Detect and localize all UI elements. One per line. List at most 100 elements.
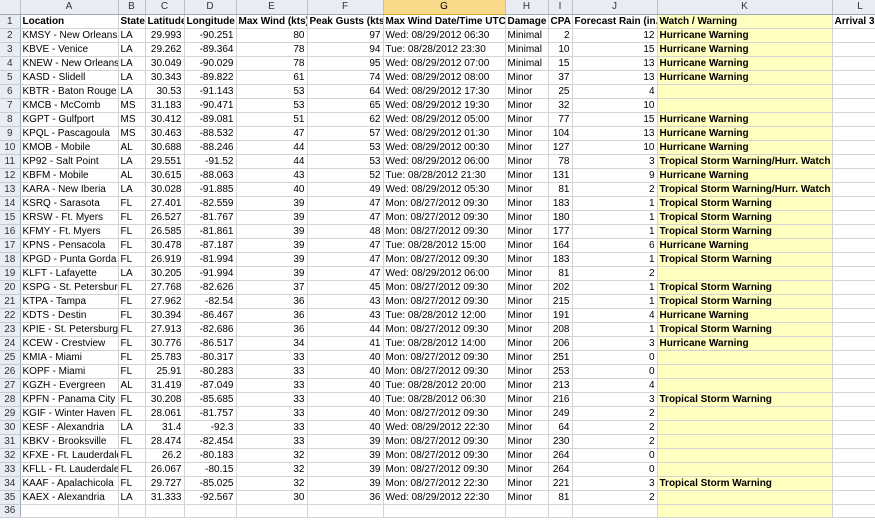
cell-state[interactable] [118, 504, 146, 518]
cell-max-wind-datetime[interactable]: Mon: 08/27/2012 09:30 [383, 224, 506, 239]
cell-damage[interactable]: Minor [505, 140, 549, 155]
cell-max-wind-datetime[interactable]: Mon: 08/27/2012 09:30 [383, 448, 506, 463]
cell-state[interactable]: LA [118, 266, 146, 281]
cell-state[interactable]: FL [118, 364, 146, 379]
cell-forecast-rain[interactable]: 2 [572, 182, 658, 197]
cell-arrival[interactable] [832, 42, 875, 57]
cell-max-wind-datetime[interactable]: Wed: 08/29/2012 05:00 [383, 112, 506, 127]
cell-watch-warning[interactable] [657, 420, 833, 435]
cell-peak-gusts[interactable]: 53 [307, 154, 384, 169]
cell-cpa[interactable]: 253 [548, 364, 573, 379]
cell-damage[interactable]: Minor [505, 168, 549, 183]
cell-max-wind-datetime[interactable]: Mon: 08/27/2012 09:30 [383, 462, 506, 477]
cell-latitude[interactable]: 31.183 [145, 98, 185, 113]
header-cell-state[interactable]: State [118, 14, 146, 29]
cell-location[interactable]: KMCB - McComb [20, 98, 119, 113]
cell-peak-gusts[interactable]: 40 [307, 406, 384, 421]
row-header[interactable]: 32 [0, 448, 21, 463]
cell-arrival[interactable] [832, 322, 875, 337]
header-cell-max-wind[interactable]: Max Wind (kts) [236, 14, 308, 29]
cell-max-wind-datetime[interactable]: Mon: 08/27/2012 09:30 [383, 406, 506, 421]
cell-state[interactable]: FL [118, 434, 146, 449]
cell-max-wind-datetime[interactable]: Tue: 08/28/2012 21:30 [383, 168, 506, 183]
cell-max-wind[interactable]: 78 [236, 42, 308, 57]
cell-longitude[interactable]: -90.251 [184, 28, 237, 43]
cell-state[interactable]: FL [118, 210, 146, 225]
cell-location[interactable]: KCEW - Crestview [20, 336, 119, 351]
cell-latitude[interactable]: 27.401 [145, 196, 185, 211]
row-header[interactable]: 36 [0, 504, 21, 518]
cell-location[interactable]: KMSY - New Orleans [20, 28, 119, 43]
cell-longitude[interactable]: -81.861 [184, 224, 237, 239]
cell-cpa[interactable]: 183 [548, 252, 573, 267]
cell-max-wind[interactable]: 30 [236, 490, 308, 505]
row-header[interactable]: 23 [0, 322, 21, 337]
cell-state[interactable]: LA [118, 28, 146, 43]
cell-peak-gusts[interactable]: 40 [307, 420, 384, 435]
cell-cpa[interactable]: 64 [548, 420, 573, 435]
cell-watch-warning[interactable] [657, 406, 833, 421]
cell-state[interactable]: LA [118, 70, 146, 85]
cell-forecast-rain[interactable]: 1 [572, 210, 658, 225]
cell-latitude[interactable]: 30.049 [145, 56, 185, 71]
cell-watch-warning[interactable]: Hurricane Warning [657, 42, 833, 57]
header-cell-damage[interactable]: Damage [505, 14, 549, 29]
cell-latitude[interactable]: 25.783 [145, 350, 185, 365]
row-header[interactable]: 16 [0, 224, 21, 239]
cell-max-wind[interactable]: 37 [236, 280, 308, 295]
cell-location[interactable]: KFMY - Ft. Myers [20, 224, 119, 239]
cell-arrival[interactable] [832, 406, 875, 421]
cell-cpa[interactable]: 32 [548, 98, 573, 113]
cell-damage[interactable]: Minor [505, 378, 549, 393]
cell-watch-warning[interactable]: Hurricane Warning [657, 28, 833, 43]
cell-state[interactable]: LA [118, 154, 146, 169]
cell-forecast-rain[interactable]: 4 [572, 378, 658, 393]
cell-location[interactable]: KESF - Alexandria [20, 420, 119, 435]
cell-peak-gusts[interactable]: 52 [307, 168, 384, 183]
cell-location[interactable]: KAEX - Alexandria [20, 490, 119, 505]
cell-watch-warning[interactable]: Hurricane Warning [657, 308, 833, 323]
cell-cpa[interactable]: 81 [548, 490, 573, 505]
cell-peak-gusts[interactable]: 48 [307, 224, 384, 239]
cell-cpa[interactable]: 77 [548, 112, 573, 127]
cell-max-wind-datetime[interactable]: Tue: 08/28/2012 15:00 [383, 238, 506, 253]
cell-watch-warning[interactable] [657, 490, 833, 505]
cell-watch-warning[interactable] [657, 448, 833, 463]
cell-latitude[interactable]: 31.419 [145, 378, 185, 393]
cell-max-wind[interactable]: 36 [236, 308, 308, 323]
cell-state[interactable]: FL [118, 406, 146, 421]
cell-forecast-rain[interactable]: 4 [572, 308, 658, 323]
cell-forecast-rain[interactable]: 3 [572, 336, 658, 351]
cell-arrival[interactable] [832, 476, 875, 491]
cell-max-wind[interactable]: 61 [236, 70, 308, 85]
cell-latitude[interactable]: 25.91 [145, 364, 185, 379]
cell-arrival[interactable] [832, 462, 875, 477]
cell-longitude[interactable]: -82.54 [184, 294, 237, 309]
cell-forecast-rain[interactable]: 0 [572, 364, 658, 379]
cell-longitude[interactable]: -87.187 [184, 238, 237, 253]
header-cell-cpa[interactable]: CPA [548, 14, 573, 29]
cell-location[interactable]: KFLL - Ft. Lauderdale [20, 462, 119, 477]
cell-location[interactable] [20, 504, 119, 518]
cell-damage[interactable]: Minor [505, 196, 549, 211]
cell-watch-warning[interactable]: Tropical Storm Warning [657, 322, 833, 337]
cell-arrival[interactable] [832, 112, 875, 127]
cell-cpa[interactable]: 10 [548, 42, 573, 57]
cell-max-wind[interactable]: 39 [236, 224, 308, 239]
cell-damage[interactable]: Minor [505, 336, 549, 351]
cell-peak-gusts[interactable]: 47 [307, 266, 384, 281]
cell-state[interactable]: FL [118, 448, 146, 463]
cell-longitude[interactable]: -85.685 [184, 392, 237, 407]
cell-max-wind[interactable]: 39 [236, 266, 308, 281]
cell-cpa[interactable]: 25 [548, 84, 573, 99]
cell-latitude[interactable]: 30.394 [145, 308, 185, 323]
row-header[interactable]: 15 [0, 210, 21, 225]
cell-arrival[interactable] [832, 210, 875, 225]
cell-max-wind[interactable]: 33 [236, 392, 308, 407]
cell-watch-warning[interactable] [657, 350, 833, 365]
cell-watch-warning[interactable] [657, 266, 833, 281]
cell-max-wind[interactable]: 33 [236, 420, 308, 435]
cell-max-wind[interactable]: 39 [236, 252, 308, 267]
cell-arrival[interactable] [832, 252, 875, 267]
cell-max-wind-datetime[interactable]: Mon: 08/27/2012 09:30 [383, 210, 506, 225]
